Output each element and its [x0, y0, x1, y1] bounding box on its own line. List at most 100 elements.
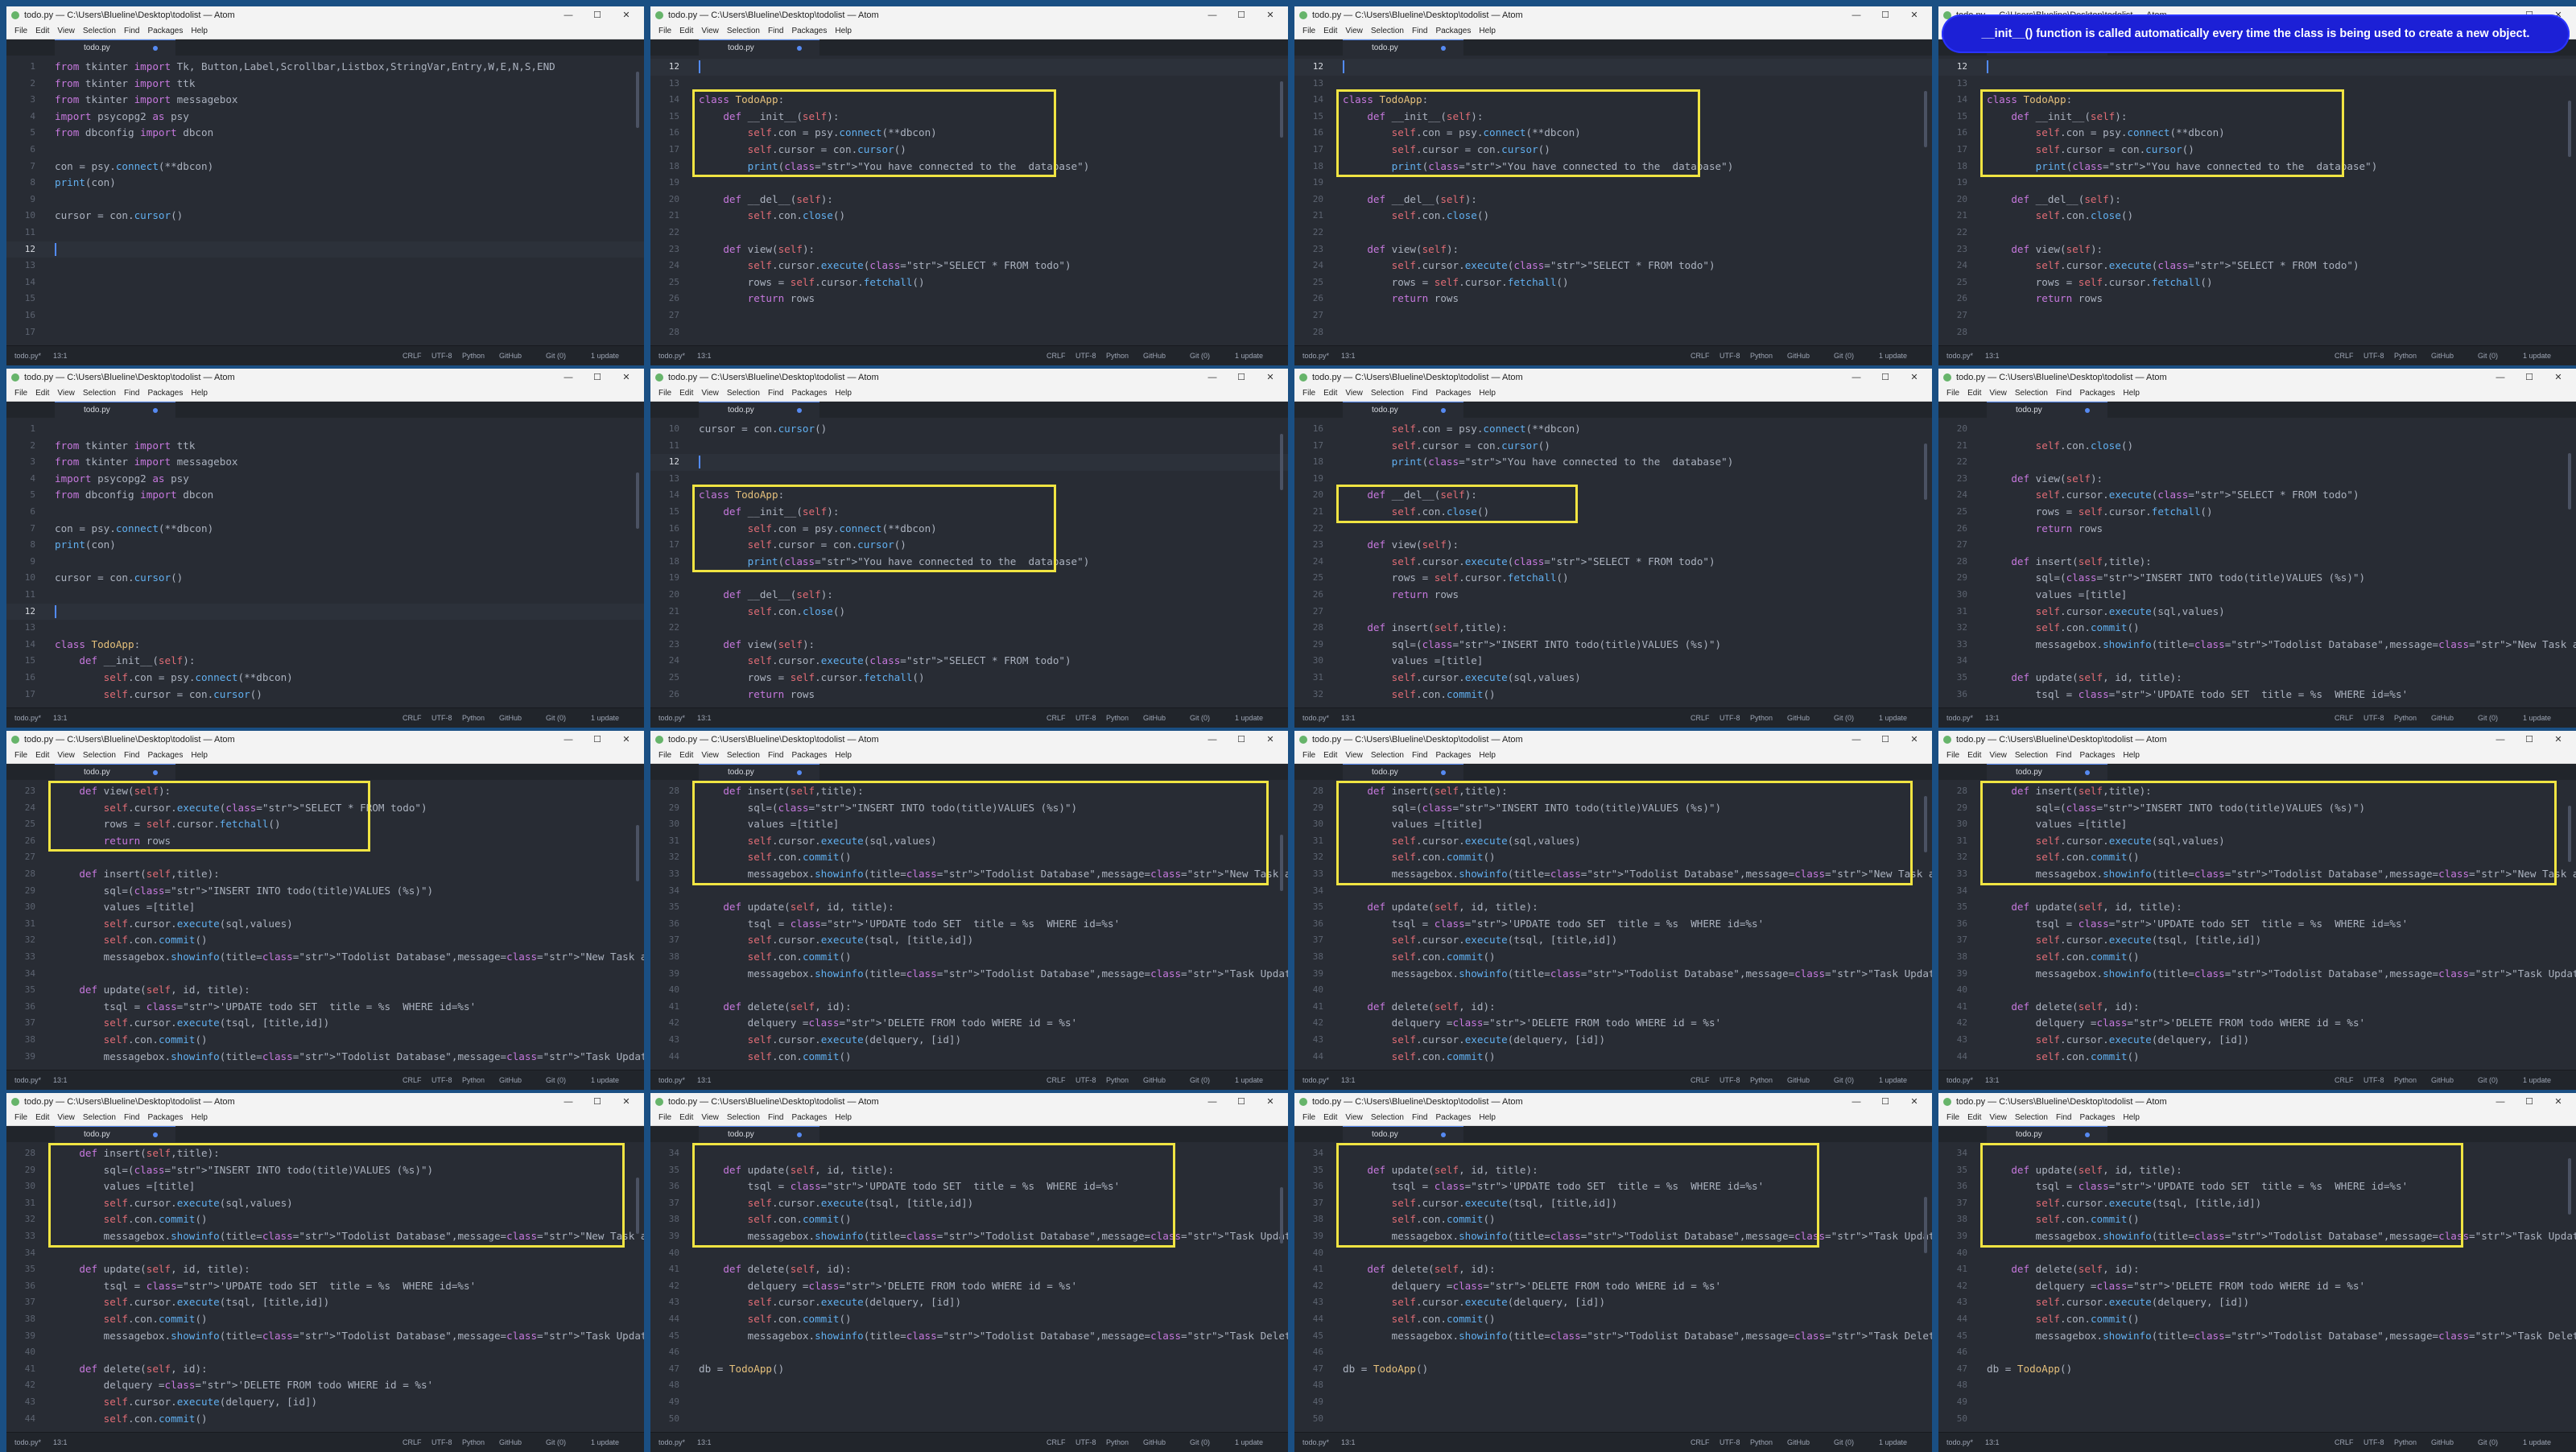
tab-todo-py[interactable]: todo.py [1343, 402, 1463, 418]
status-encoding[interactable]: UTF-8 [431, 1070, 452, 1090]
menu-item-find[interactable]: Find [1412, 27, 1427, 35]
menu-item-edit[interactable]: Edit [1323, 1113, 1337, 1122]
status-github[interactable]: GitHub [499, 1433, 522, 1452]
menu-item-find[interactable]: Find [768, 27, 783, 35]
menu-item-selection[interactable]: Selection [1371, 1113, 1404, 1122]
menu-item-view[interactable]: View [1345, 27, 1363, 35]
status-updates[interactable]: 1 update [591, 708, 619, 728]
status-line-ending[interactable]: CRLF [1046, 346, 1066, 365]
tab-todo-py[interactable]: todo.py [55, 402, 175, 418]
menu-item-file[interactable]: File [14, 1113, 27, 1122]
status-file[interactable]: todo.py* [14, 1070, 41, 1090]
status-cursor-position[interactable]: 13:1 [1341, 346, 1356, 365]
status-git[interactable]: Git (0) [1190, 708, 1210, 728]
scrollbar[interactable] [1924, 796, 1927, 852]
code-editor[interactable]: 12 13 14 class TodoApp: 15 def __init__(self… [1938, 56, 2576, 346]
status-git[interactable]: Git (0) [2478, 1070, 2498, 1090]
status-cursor-position[interactable]: 13:1 [1341, 1433, 1356, 1452]
status-cursor-position[interactable]: 13:1 [1341, 708, 1356, 728]
menu-item-edit[interactable]: Edit [35, 1113, 49, 1122]
status-updates[interactable]: 1 update [1879, 1433, 1907, 1452]
status-grammar[interactable]: Python [462, 1433, 485, 1452]
status-git[interactable]: Git (0) [546, 1433, 566, 1452]
menu-item-view[interactable]: View [701, 389, 719, 398]
status-encoding[interactable]: UTF-8 [2363, 346, 2384, 365]
close-button[interactable]: ✕ [1259, 731, 1282, 749]
status-cursor-position[interactable]: 13:1 [697, 346, 712, 365]
menu-item-packages[interactable]: Packages [2079, 1113, 2115, 1122]
tab-todo-py[interactable]: todo.py [1343, 764, 1463, 780]
status-line-ending[interactable]: CRLF [1046, 1070, 1066, 1090]
status-grammar[interactable]: Python [1750, 1070, 1773, 1090]
minimize-button[interactable]: — [1201, 6, 1224, 24]
status-cursor-position[interactable]: 13:1 [1985, 1070, 2000, 1090]
menu-item-help[interactable]: Help [2123, 1113, 2140, 1122]
menu-item-help[interactable]: Help [2123, 751, 2140, 760]
menu-item-help[interactable]: Help [835, 1113, 852, 1122]
status-updates[interactable]: 1 update [2523, 1433, 2551, 1452]
scrollbar[interactable] [2568, 453, 2571, 509]
maximize-button[interactable]: ☐ [1874, 1093, 1897, 1111]
status-cursor-position[interactable]: 13:1 [53, 708, 68, 728]
menu-item-edit[interactable]: Edit [35, 751, 49, 760]
status-github[interactable]: GitHub [1143, 708, 1166, 728]
minimize-button[interactable]: — [557, 369, 580, 386]
menu-item-edit[interactable]: Edit [1323, 389, 1337, 398]
menu-item-packages[interactable]: Packages [791, 389, 827, 398]
menu-item-file[interactable]: File [658, 27, 671, 35]
scrollbar[interactable] [2568, 806, 2571, 862]
status-line-ending[interactable]: CRLF [1046, 708, 1066, 728]
menu-item-selection[interactable]: Selection [1371, 389, 1404, 398]
status-github[interactable]: GitHub [499, 346, 522, 365]
close-button[interactable]: ✕ [1903, 369, 1926, 386]
menu-item-find[interactable]: Find [2056, 1113, 2071, 1122]
menu-item-packages[interactable]: Packages [147, 389, 183, 398]
minimize-button[interactable]: — [1845, 731, 1868, 749]
menu-item-edit[interactable]: Edit [1967, 389, 1981, 398]
menu-item-view[interactable]: View [701, 751, 719, 760]
status-github[interactable]: GitHub [1143, 1433, 1166, 1452]
minimize-button[interactable]: — [557, 6, 580, 24]
status-line-ending[interactable]: CRLF [402, 1433, 422, 1452]
menu-item-find[interactable]: Find [124, 389, 139, 398]
status-git[interactable]: Git (0) [2478, 1433, 2498, 1452]
scrollbar[interactable] [2568, 101, 2571, 157]
status-grammar[interactable]: Python [1106, 346, 1129, 365]
maximize-button[interactable]: ☐ [586, 6, 609, 24]
close-button[interactable]: ✕ [1903, 1093, 1926, 1111]
status-updates[interactable]: 1 update [1235, 708, 1263, 728]
close-button[interactable]: ✕ [1903, 6, 1926, 24]
menu-item-file[interactable]: File [658, 751, 671, 760]
status-github[interactable]: GitHub [1143, 1070, 1166, 1090]
status-git[interactable]: Git (0) [1190, 1433, 1210, 1452]
status-cursor-position[interactable]: 13:1 [697, 1070, 712, 1090]
code-editor[interactable]: 34 35 def update(self, id, title): 36 tsql… [1294, 1142, 1932, 1433]
status-line-ending[interactable]: CRLF [1690, 1433, 1710, 1452]
tab-todo-py[interactable]: todo.py [699, 402, 819, 418]
status-git[interactable]: Git (0) [2478, 346, 2498, 365]
status-line-ending[interactable]: CRLF [2334, 708, 2354, 728]
status-encoding[interactable]: UTF-8 [1719, 1433, 1740, 1452]
menu-item-packages[interactable]: Packages [2079, 389, 2115, 398]
scrollbar[interactable] [1924, 91, 1927, 147]
menu-item-file[interactable]: File [1946, 751, 1959, 760]
scrollbar[interactable] [636, 825, 639, 881]
menu-item-edit[interactable]: Edit [1323, 27, 1337, 35]
menu-item-help[interactable]: Help [835, 751, 852, 760]
close-button[interactable]: ✕ [2547, 369, 2570, 386]
status-git[interactable]: Git (0) [1834, 346, 1854, 365]
status-updates[interactable]: 1 update [1879, 346, 1907, 365]
status-file[interactable]: todo.py* [1946, 1433, 1973, 1452]
status-git[interactable]: Git (0) [1190, 346, 1210, 365]
tab-todo-py[interactable]: todo.py [1343, 39, 1463, 56]
code-editor[interactable]: 28 def insert(self,title): 29 sql=(class=… [6, 1142, 644, 1433]
status-updates[interactable]: 1 update [591, 1070, 619, 1090]
menu-item-packages[interactable]: Packages [791, 751, 827, 760]
menu-item-selection[interactable]: Selection [2015, 1113, 2048, 1122]
menu-item-edit[interactable]: Edit [35, 389, 49, 398]
close-button[interactable]: ✕ [1903, 731, 1926, 749]
maximize-button[interactable]: ☐ [2518, 369, 2541, 386]
maximize-button[interactable]: ☐ [586, 731, 609, 749]
status-grammar[interactable]: Python [462, 708, 485, 728]
close-button[interactable]: ✕ [1259, 369, 1282, 386]
